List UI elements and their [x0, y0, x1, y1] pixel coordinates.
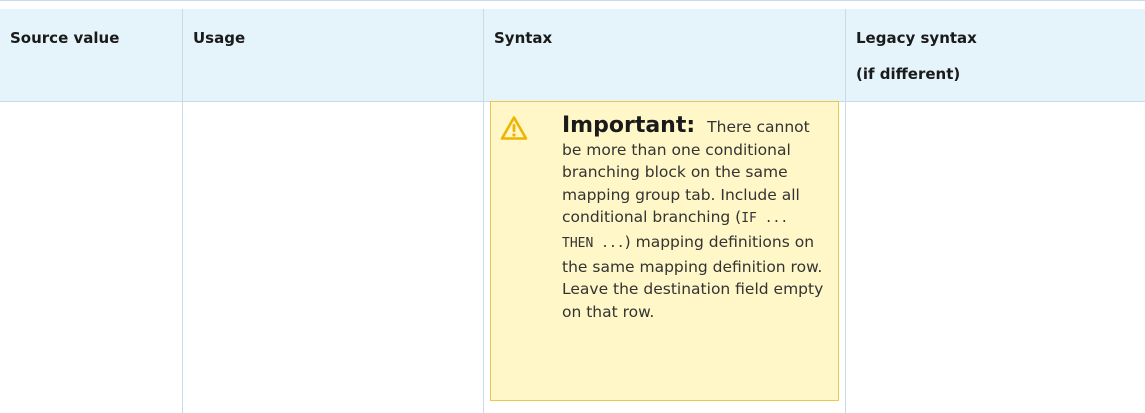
- mapping-syntax-table: Source value Usage Syntax Legacy syntax …: [0, 0, 1145, 413]
- header-usage: Usage: [183, 9, 484, 102]
- header-label: Usage: [193, 29, 246, 47]
- cell-usage: [183, 102, 484, 413]
- header-syntax: Syntax: [484, 9, 846, 102]
- table-header-row: Source value Usage Syntax Legacy syntax …: [0, 9, 1145, 102]
- header-label: Syntax: [494, 29, 553, 47]
- important-callout: Important: There cannot be more than one …: [490, 101, 839, 401]
- header-label-secondary: (if different): [856, 65, 961, 83]
- header-source-value: Source value: [0, 9, 183, 102]
- header-legacy-syntax: Legacy syntax (if different): [846, 9, 1145, 102]
- header-label: Source value: [10, 29, 120, 47]
- cell-source-value: [0, 102, 183, 413]
- page: Source value Usage Syntax Legacy syntax …: [0, 0, 1145, 413]
- callout-body: Important: There cannot be more than one …: [562, 113, 824, 323]
- warning-triangle-icon: [500, 116, 528, 140]
- callout-title: Important:: [562, 113, 696, 138]
- cell-legacy-syntax: [846, 102, 1145, 413]
- header-label: Legacy syntax: [856, 29, 977, 47]
